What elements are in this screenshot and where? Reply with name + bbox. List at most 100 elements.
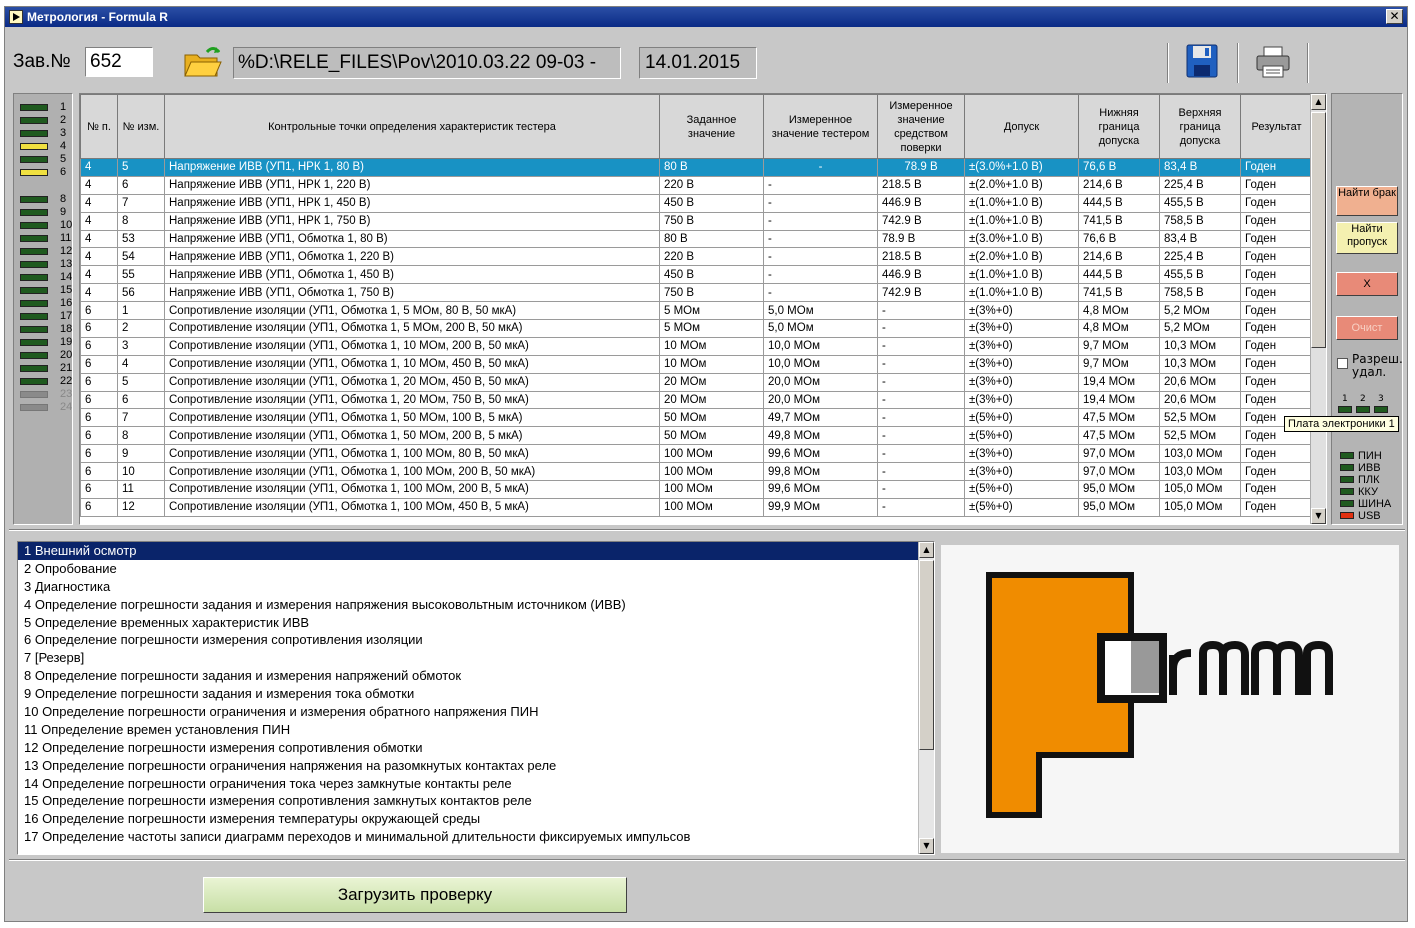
table-cell: - (763, 247, 878, 267)
column-header[interactable]: Нижняя граница допуска (1078, 94, 1160, 159)
table-scrollbar[interactable]: ▲ ▼ (1310, 94, 1326, 524)
step-led-number: 15 (60, 284, 73, 296)
procedure-item[interactable]: 16 Определение погрешности измерения тем… (18, 810, 934, 828)
status-led (1340, 452, 1354, 459)
table-row[interactable]: 6 11 Сопротивление изоляции (УП1, Обмотка … (80, 480, 1313, 499)
table-cell: 10 (117, 462, 165, 482)
scroll-up-button[interactable]: ▲ (1311, 94, 1326, 110)
step-led-number: 3 (60, 127, 67, 139)
procedure-item[interactable]: 13 Определение погрешности ограничения н… (18, 757, 934, 775)
procedure-item[interactable]: 15 Определение погрешности измерения соп… (18, 792, 934, 810)
table-row[interactable]: 4 8 Напряжение ИВВ (УП1, НРК 1, 750 В) 750 … (80, 211, 1313, 231)
table-row[interactable]: 4 6 Напряжение ИВВ (УП1, НРК 1, 220 В) 220 … (80, 175, 1313, 195)
procedure-item[interactable]: 14 Определение погрешности ограничения т… (18, 775, 934, 793)
column-header[interactable]: Результат (1240, 94, 1313, 159)
procedure-item[interactable]: 10 Определение погрешности ограничения и… (18, 703, 934, 721)
table-row[interactable]: 6 12 Сопротивление изоляции (УП1, Обмотка … (80, 497, 1313, 517)
table-row[interactable]: 6 7 Сопротивление изоляции (УП1, Обмотка 1… (80, 408, 1313, 428)
table-row[interactable]: 4 5 Напряжение ИВВ (УП1, НРК 1, 80 В) 80 В-… (80, 158, 1313, 177)
procedure-item[interactable]: 11 Определение времен установления ПИН (18, 721, 934, 739)
table-cell: 55 (117, 265, 165, 285)
column-header[interactable]: Измеренное значение тестером (763, 94, 878, 159)
table-cell: Напряжение ИВВ (УП1, Обмотка 1, 220 В) (164, 247, 660, 267)
procedure-item[interactable]: 6 Определение погрешности измерения сопр… (18, 631, 934, 649)
table-cell: Сопротивление изоляции (УП1, Обмотка 1, … (164, 408, 660, 428)
table-cell: 6 (80, 408, 118, 428)
column-header[interactable]: Верхняя граница допуска (1159, 94, 1241, 159)
table-cell: ±(3%+0) (964, 354, 1079, 374)
step-led-number: 17 (60, 310, 73, 322)
close-window-button[interactable]: ✕ (1386, 9, 1403, 24)
save-disk-icon[interactable] (1185, 43, 1219, 79)
list-scroll-down-button[interactable]: ▼ (919, 838, 934, 854)
table-row[interactable]: 6 3 Сопротивление изоляции (УП1, Обмотка 1… (80, 336, 1313, 356)
table-row[interactable]: 6 1 Сопротивление изоляции (УП1, Обмотка 1… (80, 301, 1313, 321)
step-led-number: 8 (60, 193, 67, 205)
procedure-item[interactable]: 7 [Резерв] (18, 649, 934, 667)
table-row[interactable]: 6 5 Сопротивление изоляции (УП1, Обмотка 1… (80, 372, 1313, 392)
results-table[interactable]: № п. № изм. Контрольные точки определения … (79, 93, 1327, 525)
step-led (20, 196, 48, 203)
table-cell: 7 (117, 193, 165, 213)
table-row[interactable]: 4 54 Напряжение ИВВ (УП1, Обмотка 1, 220 В… (80, 247, 1313, 267)
printer-icon[interactable] (1255, 45, 1291, 79)
procedure-list[interactable]: 1 Внешний осмотр 2 Опробование 3 Диагнос… (17, 541, 935, 855)
column-header[interactable]: Контрольные точки определения характерис… (164, 94, 660, 159)
procedure-item[interactable]: 8 Определение погрешности задания и изме… (18, 667, 934, 685)
table-cell: 5 МОм (659, 319, 764, 338)
table-row[interactable]: 4 56 Напряжение ИВВ (УП1, Обмотка 1, 750 В… (80, 283, 1313, 303)
table-row[interactable]: 4 53 Напряжение ИВВ (УП1, Обмотка 1, 80 В)… (80, 229, 1313, 249)
table-cell: 97,0 МОм (1078, 444, 1160, 464)
table-cell: 100 МОм (659, 444, 764, 464)
list-scroll-up-button[interactable]: ▲ (919, 542, 934, 558)
serial-number-input[interactable]: 652 (85, 47, 153, 77)
column-header[interactable]: № п. (80, 94, 118, 159)
load-check-button[interactable]: Загрузить проверку (203, 877, 627, 913)
clear-button[interactable]: Очист (1336, 316, 1398, 340)
x-button[interactable]: X (1336, 272, 1398, 296)
table-cell: - (877, 354, 965, 374)
procedure-item[interactable]: 3 Диагностика (18, 578, 934, 596)
table-cell: 4 (117, 354, 165, 374)
allow-delete-checkbox[interactable] (1337, 358, 1348, 369)
table-cell: 742.9 В (877, 283, 965, 303)
column-header[interactable]: Измеренное значение средством поверки (877, 94, 965, 159)
table-cell: ±(2.0%+1.0 В) (964, 175, 1079, 195)
column-header[interactable]: Заданное значение (659, 94, 764, 159)
table-row[interactable]: 6 10 Сопротивление изоляции (УП1, Обмотка … (80, 462, 1313, 482)
procedure-item[interactable]: 12 Определение погрешности измерения соп… (18, 739, 934, 757)
procedure-item[interactable]: 4 Определение погрешности задания и изме… (18, 596, 934, 614)
list-scroll-thumb[interactable] (919, 560, 934, 750)
table-cell: 6 (117, 390, 165, 410)
procedure-item[interactable]: 2 Опробование (18, 560, 934, 578)
table-row[interactable]: 6 8 Сопротивление изоляции (УП1, Обмотка 1… (80, 426, 1313, 446)
column-header[interactable]: Допуск (964, 94, 1079, 159)
scroll-down-button[interactable]: ▼ (1311, 508, 1326, 524)
find-defect-button[interactable]: Найти брак (1336, 186, 1398, 216)
find-missing-button[interactable]: Найти пропуск (1336, 222, 1398, 254)
procedure-item[interactable]: 9 Определение погрешности задания и изме… (18, 685, 934, 703)
table-cell: Годен (1240, 283, 1313, 303)
table-row[interactable]: 6 9 Сопротивление изоляции (УП1, Обмотка 1… (80, 444, 1313, 464)
table-cell: Напряжение ИВВ (УП1, Обмотка 1, 80 В) (164, 229, 660, 249)
list-scrollbar[interactable]: ▲ ▼ (918, 542, 934, 854)
scroll-thumb[interactable] (1311, 112, 1326, 348)
table-row[interactable]: 4 7 Напряжение ИВВ (УП1, НРК 1, 450 В) 450 … (80, 193, 1313, 213)
table-cell: 10 МОм (659, 354, 764, 374)
procedure-item[interactable]: 5 Определение временных характеристик ИВ… (18, 614, 934, 632)
step-led-number: 21 (60, 362, 73, 374)
table-cell: 6 (80, 372, 118, 392)
open-folder-icon[interactable] (183, 43, 223, 79)
table-row[interactable]: 4 55 Напряжение ИВВ (УП1, Обмотка 1, 450 В… (80, 265, 1313, 285)
table-row[interactable]: 6 4 Сопротивление изоляции (УП1, Обмотка 1… (80, 354, 1313, 374)
procedure-item[interactable]: 1 Внешний осмотр (18, 542, 934, 560)
procedure-item[interactable]: 17 Определение частоты записи диаграмм п… (18, 828, 934, 846)
table-cell: - (877, 336, 965, 356)
table-cell: Сопротивление изоляции (УП1, Обмотка 1, … (164, 319, 660, 338)
table-row[interactable]: 6 6 Сопротивление изоляции (УП1, Обмотка 1… (80, 390, 1313, 410)
table-cell: 78.9 В (877, 229, 965, 249)
table-cell: 750 В (659, 283, 764, 303)
table-cell: 455,5 В (1159, 193, 1241, 213)
table-row[interactable]: 6 2 Сопротивление изоляции (УП1, Обмотка 1… (80, 319, 1313, 338)
column-header[interactable]: № изм. (117, 94, 165, 159)
